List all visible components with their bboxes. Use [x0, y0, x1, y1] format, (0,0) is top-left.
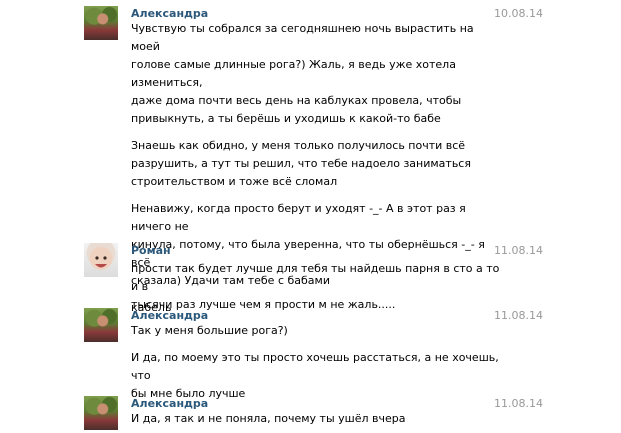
- text-line: Ненавижу, когда просто берут и уходят -_…: [131, 202, 466, 233]
- message-author[interactable]: Александра: [131, 397, 208, 410]
- text-line: даже дома почти весь день на каблуках пр…: [131, 94, 462, 107]
- message-text: Так у меня большие рога?) И да, по моему…: [131, 322, 501, 403]
- message-author[interactable]: Александра: [131, 309, 208, 322]
- text-line: привыкнуть, а ты берёшь и уходишь к како…: [131, 112, 441, 125]
- avatar[interactable]: [84, 396, 118, 430]
- message-date: 10.08.14: [494, 7, 543, 20]
- message-text: И да, я так и не поняла, почему ты ушёл …: [131, 410, 501, 428]
- text-line: разрушить, а тут ты решил, что тебе надо…: [131, 157, 471, 170]
- text-line: Чувствую ты собрался за сегодняшнею ночь…: [131, 22, 474, 53]
- message-text: прости так будет лучше для тебя ты найде…: [131, 260, 501, 314]
- avatar[interactable]: [84, 6, 118, 40]
- message-author[interactable]: Роман: [131, 244, 171, 257]
- message-paragraph: И да, по моему это ты просто хочешь расс…: [131, 349, 501, 403]
- text-line: Так у меня большие рога?): [131, 324, 288, 337]
- text-line: И да, по моему это ты просто хочешь расс…: [131, 351, 499, 382]
- message-author[interactable]: Александра: [131, 7, 208, 20]
- message-paragraph: Знаешь как обидно, у меня только получил…: [131, 137, 501, 191]
- message-paragraph: Так у меня большие рога?): [131, 322, 501, 340]
- baby-face-icon: [95, 256, 107, 268]
- message-paragraph: прости так будет лучше для тебя ты найде…: [131, 260, 501, 314]
- message-paragraph: И да, я так и не поняла, почему ты ушёл …: [131, 410, 501, 428]
- avatar[interactable]: [84, 308, 118, 342]
- message-date: 11.08.14: [494, 309, 543, 322]
- avatar[interactable]: [84, 243, 118, 277]
- text-line: строительством и тоже всё сломал: [131, 175, 338, 188]
- message-date: 11.08.14: [494, 397, 543, 410]
- text-line: Знаешь как обидно, у меня только получил…: [131, 139, 466, 152]
- text-line: голове самые длинные рога?) Жаль, я ведь…: [131, 58, 456, 89]
- text-line: И да, я так и не поняла, почему ты ушёл …: [131, 412, 406, 425]
- message-paragraph: Чувствую ты собрался за сегодняшнею ночь…: [131, 20, 501, 128]
- text-line: прости так будет лучше для тебя ты найде…: [131, 262, 500, 293]
- message-date: 11.08.14: [494, 244, 543, 257]
